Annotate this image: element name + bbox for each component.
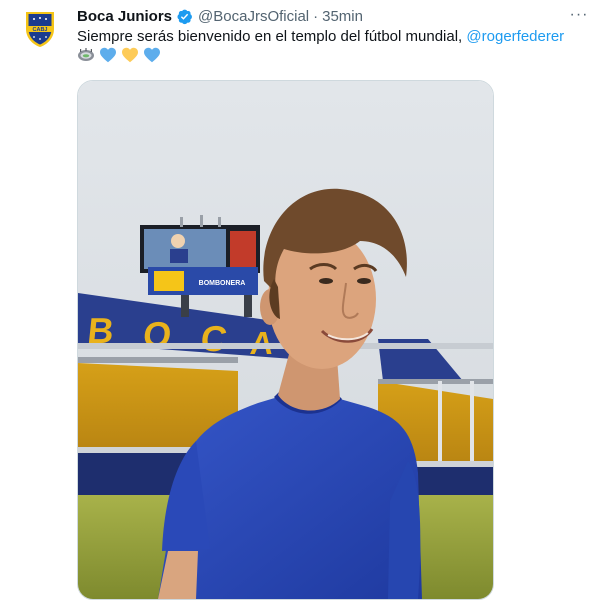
- boca-crest-icon: CABJ: [26, 12, 54, 47]
- stadium-photo: B O C A BOMBONERA: [78, 81, 493, 599]
- tweet-photo[interactable]: B O C A BOMBONERA: [77, 80, 494, 600]
- more-options-icon[interactable]: ···: [568, 6, 590, 23]
- mention-link[interactable]: @rogerfederer: [466, 28, 564, 45]
- yellow-heart-icon: [121, 47, 139, 68]
- stadium-icon: [77, 47, 95, 68]
- avatar[interactable]: CABJ: [20, 9, 60, 49]
- tweet-body: Siempre serás bienvenido en el templo de…: [77, 28, 467, 45]
- stand-letter: C: [199, 318, 229, 359]
- author-handle[interactable]: @BocaJrsOficial: [198, 8, 309, 25]
- separator-dot: ·: [313, 7, 319, 25]
- tweet-timestamp[interactable]: 35min: [322, 8, 363, 25]
- crest-text: CABJ: [33, 27, 48, 33]
- sponsor-text: BOMBONERA: [199, 280, 246, 287]
- blue-heart-icon: [143, 47, 161, 68]
- verified-badge-icon: [176, 8, 193, 25]
- tweet-text: Siempre serás bienvenido en el templo de…: [77, 27, 592, 47]
- author-name[interactable]: Boca Juniors: [77, 8, 172, 25]
- emoji-row: [77, 47, 161, 68]
- tweet-header: Boca Juniors @BocaJrsOficial · 35min: [77, 5, 560, 27]
- blue-heart-icon: [99, 47, 117, 68]
